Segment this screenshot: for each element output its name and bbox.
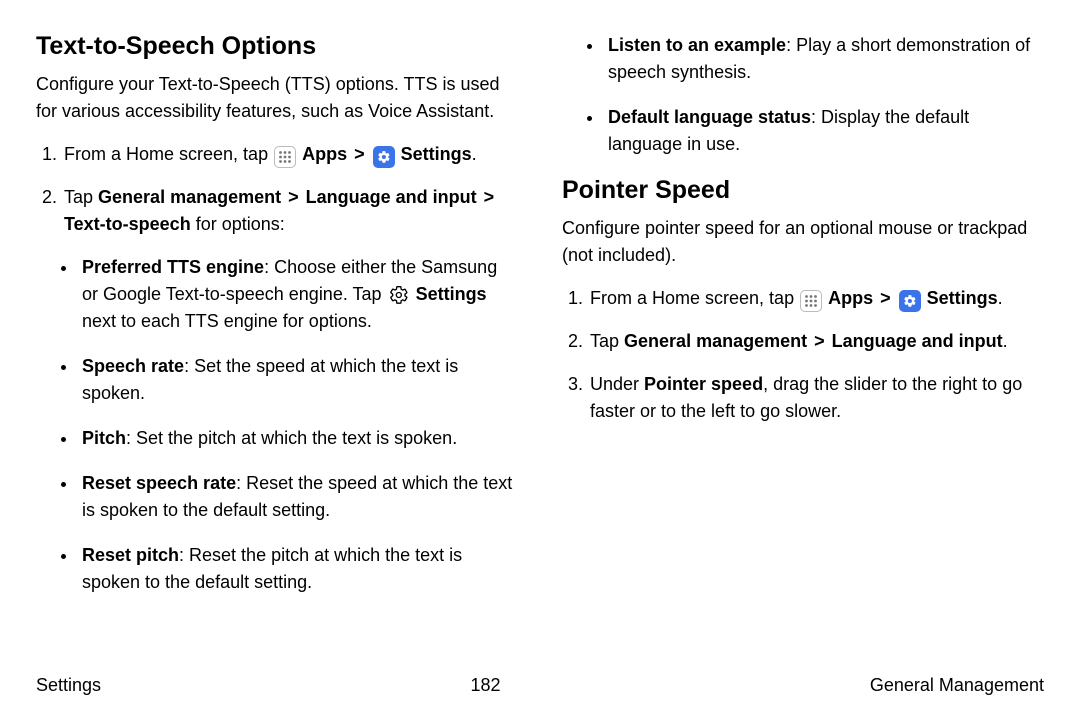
general-management-label: General management [98, 187, 281, 207]
settings-gear-icon [899, 290, 921, 312]
text: . [998, 288, 1003, 308]
tts-options-list: Preferred TTS engine: Choose either the … [36, 254, 518, 596]
heading-tts-options: Text-to-Speech Options [36, 32, 518, 61]
text: . [472, 144, 477, 164]
text: : Set the pitch at which the text is spo… [126, 428, 457, 448]
tts-description: Configure your Text-to-Speech (TTS) opti… [36, 71, 518, 125]
text: . [1003, 331, 1008, 351]
list-item: Reset pitch: Reset the pitch at which th… [78, 542, 518, 596]
option-title: Default language status [608, 107, 811, 127]
left-column: Text-to-Speech Options Configure your Te… [36, 32, 518, 660]
option-title: Reset speech rate [82, 473, 236, 493]
list-item: Pitch: Set the pitch at which the text i… [78, 425, 518, 452]
footer-section: Settings [36, 675, 101, 696]
pointer-steps: From a Home screen, tap Apps > Settings. [562, 285, 1044, 425]
text: From a Home screen, tap [590, 288, 799, 308]
heading-pointer-speed: Pointer Speed [562, 176, 1044, 205]
option-title: Reset pitch [82, 545, 179, 565]
gear-outline-icon [388, 284, 410, 306]
general-management-label: General management [624, 331, 807, 351]
pointer-speed-label: Pointer speed [644, 374, 763, 394]
list-item: Listen to an example: Play a short demon… [604, 32, 1044, 86]
settings-label: Settings [416, 284, 487, 304]
footer-chapter: General Management [870, 675, 1044, 696]
chevron-icon: > [880, 288, 891, 308]
tts-step-1: From a Home screen, tap Apps > Settings. [62, 141, 518, 168]
apps-grid-icon [274, 146, 296, 168]
pointer-description: Configure pointer speed for an optional … [562, 215, 1044, 269]
tts-options-continued: Listen to an example: Play a short demon… [562, 32, 1044, 158]
list-item: Speech rate: Set the speed at which the … [78, 353, 518, 407]
list-item: Default language status: Display the def… [604, 104, 1044, 158]
option-title: Pitch [82, 428, 126, 448]
chevron-icon: > [288, 187, 299, 207]
option-title: Preferred TTS engine [82, 257, 264, 277]
apps-grid-icon [800, 290, 822, 312]
footer-page-number: 182 [470, 675, 500, 696]
text-to-speech-label: Text-to-speech [64, 214, 191, 234]
tts-step-2: Tap General management > Language and in… [62, 184, 518, 238]
chevron-icon: > [814, 331, 825, 351]
option-title: Speech rate [82, 356, 184, 376]
settings-label: Settings [927, 288, 998, 308]
right-column: Listen to an example: Play a short demon… [562, 32, 1044, 660]
text: Tap [590, 331, 624, 351]
language-input-label: Language and input [306, 187, 477, 207]
text: for options: [191, 214, 285, 234]
page-footer: Settings 182 General Management [36, 675, 1044, 696]
text: next to each TTS engine for options. [82, 311, 372, 331]
pointer-step-2: Tap General management > Language and in… [588, 328, 1044, 355]
pointer-step-3: Under Pointer speed, drag the slider to … [588, 371, 1044, 425]
chevron-icon: > [484, 187, 495, 207]
text: Under [590, 374, 644, 394]
language-input-label: Language and input [832, 331, 1003, 351]
apps-label: Apps [828, 288, 873, 308]
chevron-icon: > [354, 144, 365, 164]
apps-label: Apps [302, 144, 347, 164]
option-title: Listen to an example [608, 35, 786, 55]
list-item: Preferred TTS engine: Choose either the … [78, 254, 518, 335]
text: From a Home screen, tap [64, 144, 273, 164]
settings-label: Settings [401, 144, 472, 164]
tts-steps: From a Home screen, tap Apps > Settings. [36, 141, 518, 238]
settings-gear-icon [373, 146, 395, 168]
text: Tap [64, 187, 98, 207]
pointer-step-1: From a Home screen, tap Apps > Settings. [588, 285, 1044, 312]
main-content: Text-to-Speech Options Configure your Te… [36, 32, 1044, 660]
list-item: Reset speech rate: Reset the speed at wh… [78, 470, 518, 524]
